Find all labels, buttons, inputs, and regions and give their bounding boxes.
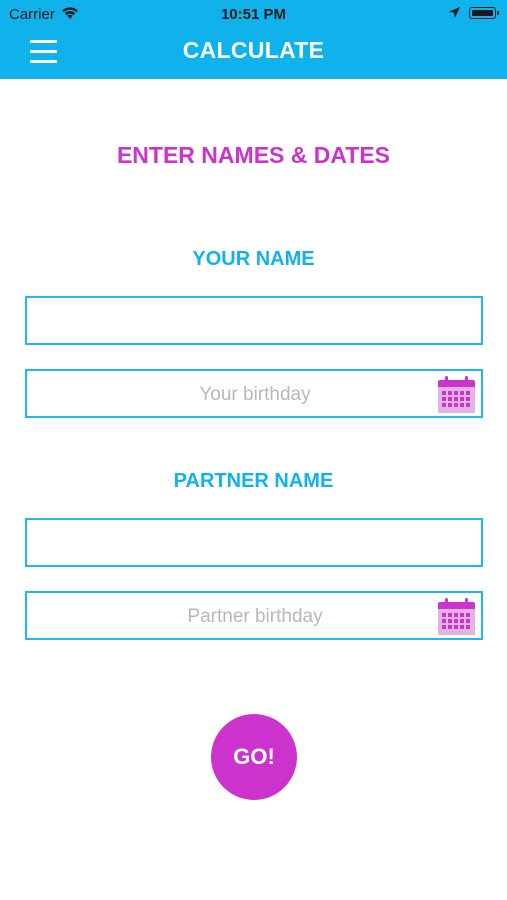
your-name-label: YOUR NAME bbox=[192, 248, 315, 270]
status-bar: Carrier 10:51 PM bbox=[0, 0, 507, 28]
location-arrow-icon bbox=[449, 7, 460, 18]
your-birthday-field[interactable]: Your birthday bbox=[25, 369, 483, 418]
battery-icon bbox=[469, 7, 499, 19]
partner-birthday-placeholder: Partner birthday bbox=[187, 606, 323, 627]
calendar-icon[interactable] bbox=[437, 375, 476, 414]
partner-birthday-field[interactable]: Partner birthday bbox=[25, 591, 483, 640]
your-birthday-placeholder: Your birthday bbox=[199, 384, 311, 405]
your-name-input[interactable] bbox=[25, 296, 483, 345]
partner-name-label: PARTNER NAME bbox=[173, 470, 334, 492]
partner-name-input[interactable] bbox=[25, 518, 483, 567]
page-heading: ENTER NAMES & DATES bbox=[116, 142, 391, 168]
app-header: Carrier 10:51 PM CALCULATE bbox=[0, 0, 507, 79]
status-time: 10:51 PM bbox=[220, 6, 287, 23]
nav-title: CALCULATE bbox=[182, 37, 325, 63]
calendar-icon[interactable] bbox=[437, 597, 476, 636]
go-button[interactable]: GO! bbox=[211, 714, 297, 800]
